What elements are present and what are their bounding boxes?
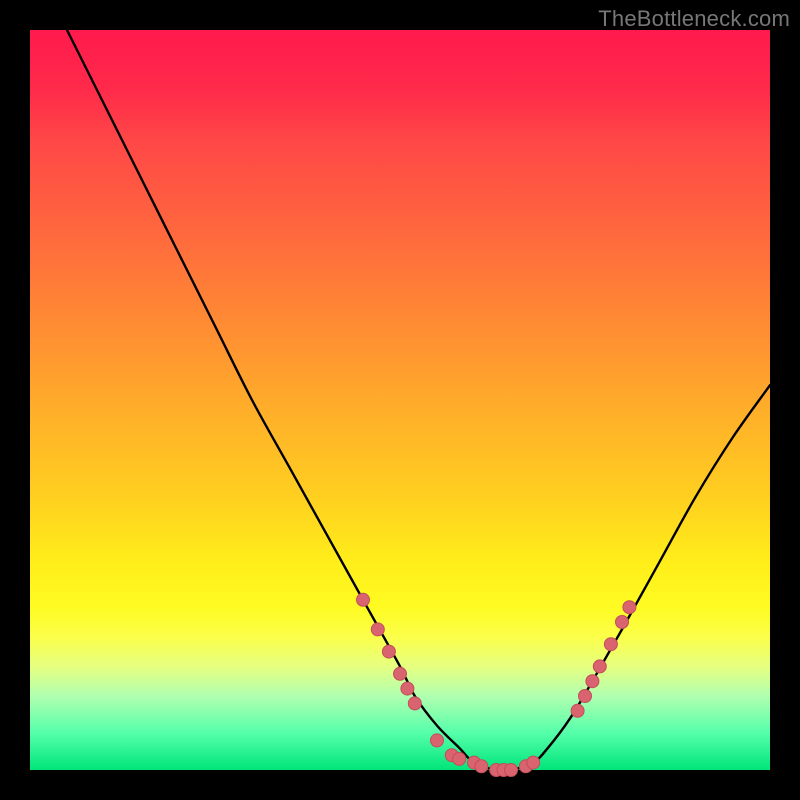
data-marker <box>357 593 370 606</box>
curve-layer <box>30 0 770 771</box>
data-marker <box>408 697 421 710</box>
marker-layer <box>357 593 636 776</box>
data-marker <box>401 682 414 695</box>
data-marker <box>371 623 384 636</box>
data-marker <box>453 752 466 765</box>
data-marker <box>431 734 444 747</box>
data-marker <box>394 667 407 680</box>
chart-frame: TheBottleneck.com <box>0 0 800 800</box>
data-marker <box>616 616 629 629</box>
data-marker <box>571 704 584 717</box>
bottleneck-curve <box>30 0 770 771</box>
data-marker <box>527 756 540 769</box>
chart-svg <box>30 30 770 770</box>
data-marker <box>579 690 592 703</box>
data-marker <box>382 645 395 658</box>
data-marker <box>475 760 488 773</box>
data-marker <box>623 601 636 614</box>
watermark-text: TheBottleneck.com <box>598 6 790 32</box>
data-marker <box>593 660 606 673</box>
data-marker <box>586 675 599 688</box>
data-marker <box>505 764 518 777</box>
data-marker <box>604 638 617 651</box>
plot-area <box>30 30 770 770</box>
